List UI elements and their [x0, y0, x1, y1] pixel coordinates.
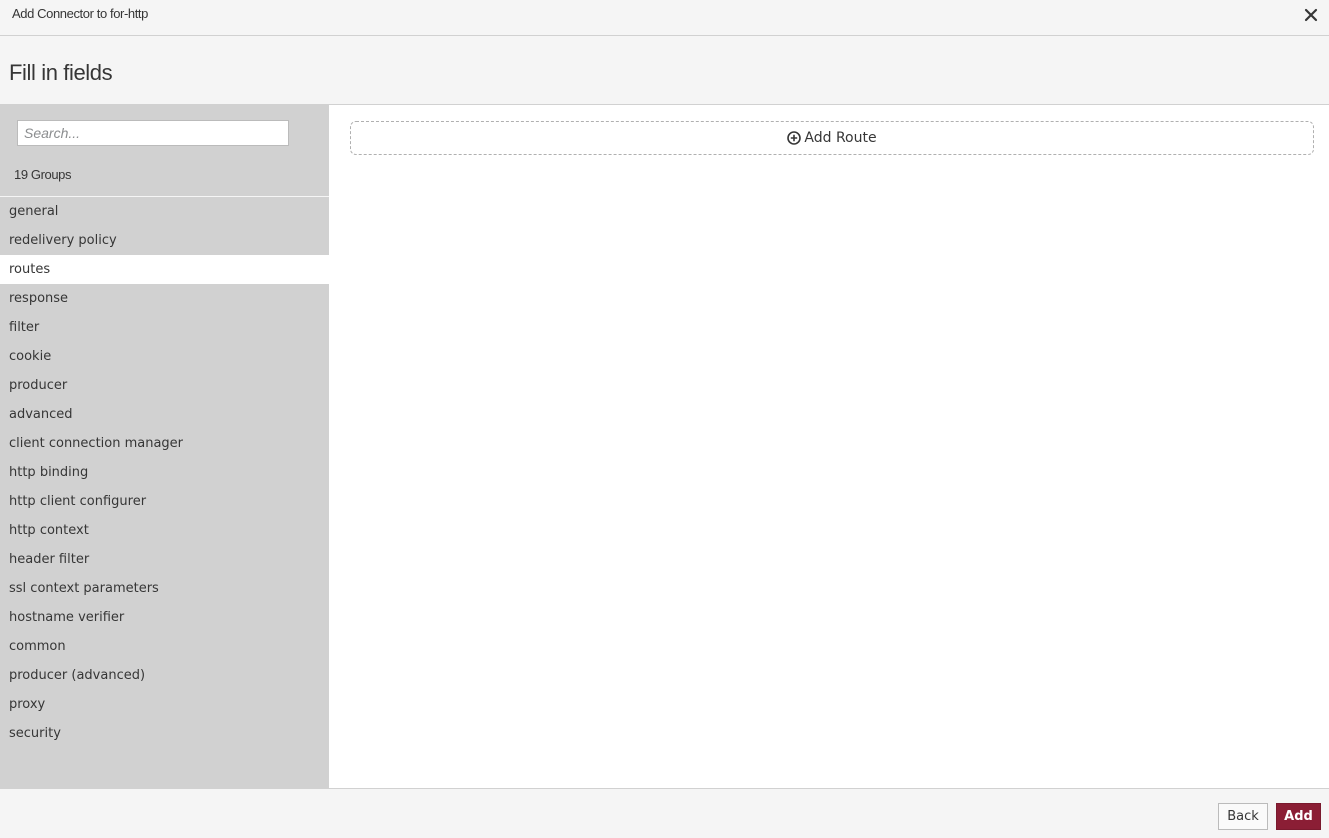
search-input[interactable] — [17, 120, 289, 146]
dialog-footer: Back Add — [0, 788, 1329, 838]
dialog-header: Fill in fields — [0, 36, 1329, 105]
dialog-titlebar: Add Connector to for-http — [0, 0, 1329, 36]
group-item-header-filter[interactable]: header filter — [0, 545, 329, 574]
search-box — [17, 120, 289, 146]
group-item-cookie[interactable]: cookie — [0, 342, 329, 371]
add-route-label: Add Route — [804, 130, 877, 146]
dialog-title: Add Connector to for-http — [12, 6, 148, 21]
close-button[interactable] — [1301, 5, 1321, 25]
group-item-response[interactable]: response — [0, 284, 329, 313]
group-item-redelivery-policy[interactable]: redelivery policy — [0, 226, 329, 255]
group-item-advanced[interactable]: advanced — [0, 400, 329, 429]
group-item-ssl-context-parameters[interactable]: ssl context parameters — [0, 574, 329, 603]
group-item-http-binding[interactable]: http binding — [0, 458, 329, 487]
group-item-routes[interactable]: routes — [0, 255, 329, 284]
group-item-hostname-verifier[interactable]: hostname verifier — [0, 603, 329, 632]
group-item-http-context[interactable]: http context — [0, 516, 329, 545]
groups-count: 19 Groups — [14, 167, 72, 182]
group-item-proxy[interactable]: proxy — [0, 690, 329, 719]
plus-circle-icon — [787, 131, 802, 145]
groups-sidebar: 19 Groups generalredelivery policyroutes… — [0, 105, 329, 789]
group-item-general[interactable]: general — [0, 197, 329, 226]
main-panel: Add Route — [329, 105, 1329, 789]
page-title: Fill in fields — [9, 60, 113, 85]
group-item-filter[interactable]: filter — [0, 313, 329, 342]
close-icon — [1304, 8, 1318, 22]
group-item-http-client-configurer[interactable]: http client configurer — [0, 487, 329, 516]
group-list: general redelivery policy routes response fi… — [0, 197, 329, 748]
group-item-client-connection-manager[interactable]: client connection manager — [0, 429, 329, 458]
group-item-security[interactable]: security — [0, 719, 329, 748]
group-item-common[interactable]: common — [0, 632, 329, 661]
add-route-button[interactable]: Add Route — [350, 121, 1314, 155]
back-button[interactable]: Back — [1218, 803, 1268, 830]
group-item-producer[interactable]: producer — [0, 371, 329, 400]
group-item-producer-advanced[interactable]: producer (advanced) — [0, 661, 329, 690]
add-button[interactable]: Add — [1276, 803, 1321, 830]
